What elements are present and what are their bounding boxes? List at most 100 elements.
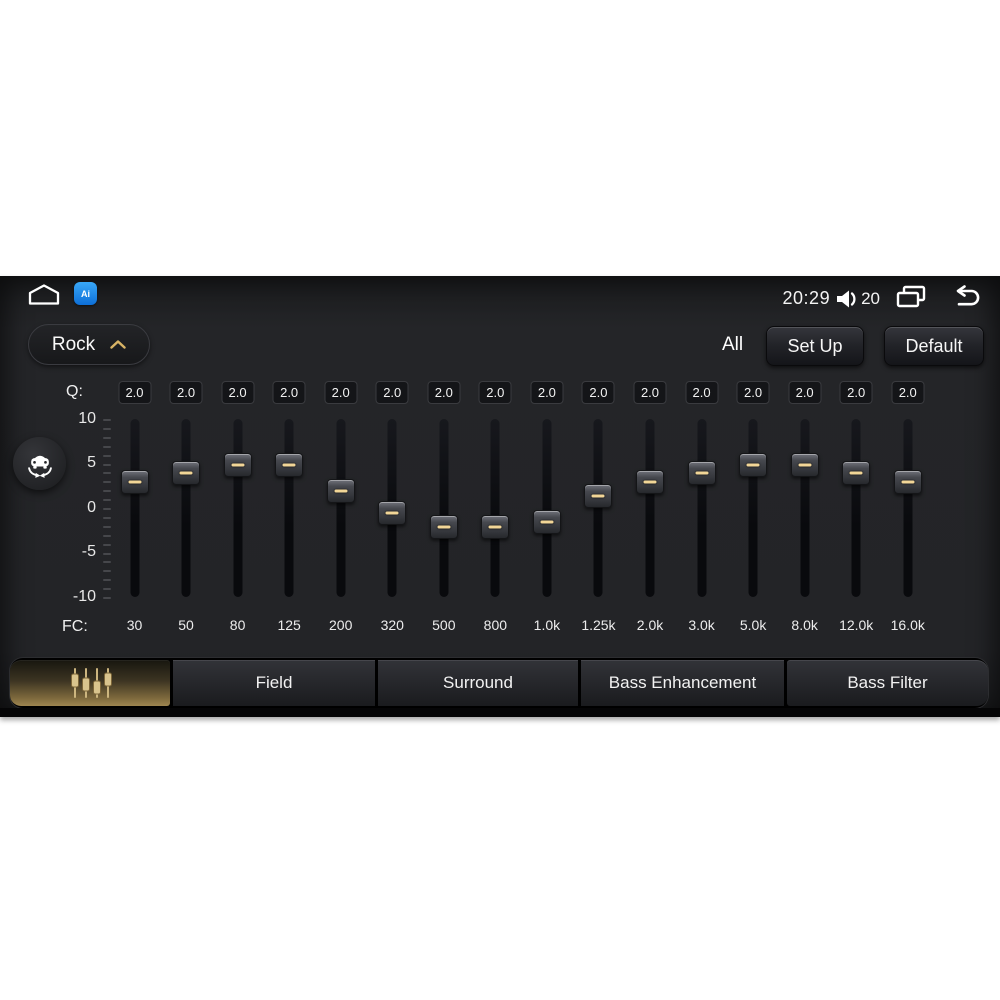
handle-grip-mark xyxy=(746,463,760,466)
q-value: 2.0 xyxy=(125,385,144,400)
eq-slider-fill xyxy=(285,464,294,598)
eq-slider-fill xyxy=(800,464,809,598)
eq-slider-handle[interactable] xyxy=(687,461,716,486)
head-unit-screen: Ai 20:29 20 Rock All Set Up Default Q: F… xyxy=(0,276,1000,717)
tab-equalizer[interactable] xyxy=(10,660,170,706)
eq-slider-track[interactable] xyxy=(851,419,861,597)
eq-slider-handle[interactable] xyxy=(326,479,355,504)
eq-slider-fill xyxy=(182,472,191,597)
q-value-box[interactable]: 2.0 xyxy=(118,381,151,404)
q-value-box[interactable]: 2.0 xyxy=(221,381,255,404)
q-value-box[interactable]: 2.0 xyxy=(478,381,512,404)
fc-label: 3.0k xyxy=(688,617,715,633)
tab-field[interactable]: Field xyxy=(173,660,375,706)
q-value-box[interactable]: 2.0 xyxy=(581,381,615,404)
q-value: 2.0 xyxy=(537,385,556,400)
eq-slider-handle[interactable] xyxy=(275,452,304,477)
q-value-box[interactable]: 2.0 xyxy=(891,381,925,404)
handle-grip-mark xyxy=(488,525,502,529)
q-value-box[interactable]: 2.0 xyxy=(324,381,358,404)
fc-label: 30 xyxy=(126,617,143,633)
eq-slider-track[interactable] xyxy=(593,419,603,597)
eq-slider-track[interactable] xyxy=(542,419,552,597)
q-value: 2.0 xyxy=(280,385,299,400)
fc-label: 12.0k xyxy=(839,617,874,633)
fc-label: 8.0k xyxy=(791,617,818,633)
q-value: 2.0 xyxy=(331,385,350,400)
eq-slider-fill xyxy=(749,464,758,598)
handle-grip-mark xyxy=(179,471,193,475)
eq-slider-handle[interactable] xyxy=(790,452,819,477)
eq-slider-track[interactable] xyxy=(130,419,139,597)
eq-slider-fill xyxy=(903,481,912,597)
fc-label: 50 xyxy=(178,617,194,633)
eq-slider-track[interactable] xyxy=(697,419,707,597)
eq-slider-fill xyxy=(130,481,139,597)
q-value: 2.0 xyxy=(434,385,453,400)
q-value-box[interactable]: 2.0 xyxy=(685,381,719,404)
eq-slider-track[interactable] xyxy=(903,419,913,597)
eq-slider-track[interactable] xyxy=(800,419,810,598)
handle-grip-mark xyxy=(437,525,451,529)
handle-grip-mark xyxy=(282,463,296,466)
q-value-box[interactable]: 2.0 xyxy=(272,381,306,404)
eq-slider-track[interactable] xyxy=(748,419,758,598)
eq-band-column: 2.0 1.25k xyxy=(572,276,624,717)
tab-bass-enhancement[interactable]: Bass Enhancement xyxy=(581,660,784,706)
handle-grip-mark xyxy=(901,480,915,484)
q-value: 2.0 xyxy=(589,385,608,400)
fc-label: 125 xyxy=(277,617,301,633)
q-value: 2.0 xyxy=(486,385,505,400)
eq-slider-handle[interactable] xyxy=(739,452,768,477)
eq-slider-handle[interactable] xyxy=(429,514,458,539)
eq-slider-handle[interactable] xyxy=(223,452,252,477)
fc-label: 80 xyxy=(229,617,246,633)
q-value: 2.0 xyxy=(744,385,763,400)
eq-slider-track[interactable] xyxy=(490,419,500,597)
eq-band-column: 2.0 16.0k xyxy=(882,276,934,717)
eq-band-column: 2.0 50 xyxy=(160,276,212,717)
q-value: 2.0 xyxy=(228,385,247,400)
q-value-box[interactable]: 2.0 xyxy=(736,381,770,404)
eq-slider-handle[interactable] xyxy=(378,501,407,526)
handle-grip-mark xyxy=(591,494,605,498)
eq-slider-handle[interactable] xyxy=(120,470,149,495)
tab-bass-filter[interactable]: Bass Filter xyxy=(787,660,988,706)
eq-band-column: 2.0 80 xyxy=(212,276,264,717)
eq-slider-handle[interactable] xyxy=(842,461,871,486)
q-value: 2.0 xyxy=(692,385,711,400)
eq-slider-track[interactable] xyxy=(336,419,346,597)
eq-band-column: 2.0 3.0k xyxy=(676,276,728,717)
q-value: 2.0 xyxy=(383,385,402,400)
fc-label: 1.25k xyxy=(581,617,616,633)
eq-slider-fill xyxy=(233,464,242,598)
eq-band-column: 2.0 800 xyxy=(469,276,521,717)
eq-slider-track[interactable] xyxy=(645,419,655,597)
q-value-box[interactable]: 2.0 xyxy=(633,381,667,404)
q-value-box[interactable]: 2.0 xyxy=(169,381,203,404)
eq-slider-handle[interactable] xyxy=(532,510,561,535)
eq-band-column: 2.0 5.0k xyxy=(727,276,779,717)
fc-label: 5.0k xyxy=(739,617,767,633)
q-value: 2.0 xyxy=(847,385,866,400)
q-value: 2.0 xyxy=(640,385,660,400)
fc-label: 16.0k xyxy=(890,617,925,633)
fc-label: 320 xyxy=(380,617,404,633)
eq-slider-handle[interactable] xyxy=(893,470,922,495)
eq-slider-track[interactable] xyxy=(181,419,191,597)
q-value-box[interactable]: 2.0 xyxy=(530,381,564,404)
eq-slider-track[interactable] xyxy=(439,419,449,597)
q-value-box[interactable]: 2.0 xyxy=(788,381,822,404)
eq-slider-handle[interactable] xyxy=(636,470,664,495)
eq-band-column: 2.0 200 xyxy=(315,276,367,717)
eq-slider-handle[interactable] xyxy=(584,483,613,508)
q-value-box[interactable]: 2.0 xyxy=(427,381,461,404)
q-value-box[interactable]: 2.0 xyxy=(839,381,873,404)
eq-slider-handle[interactable] xyxy=(481,514,510,539)
q-value-box[interactable]: 2.0 xyxy=(375,381,409,404)
eq-slider-fill xyxy=(852,472,861,597)
eq-slider-track[interactable] xyxy=(284,419,294,598)
tab-surround[interactable]: Surround xyxy=(378,660,578,706)
eq-slider-handle[interactable] xyxy=(172,461,201,486)
eq-slider-track[interactable] xyxy=(233,419,243,598)
